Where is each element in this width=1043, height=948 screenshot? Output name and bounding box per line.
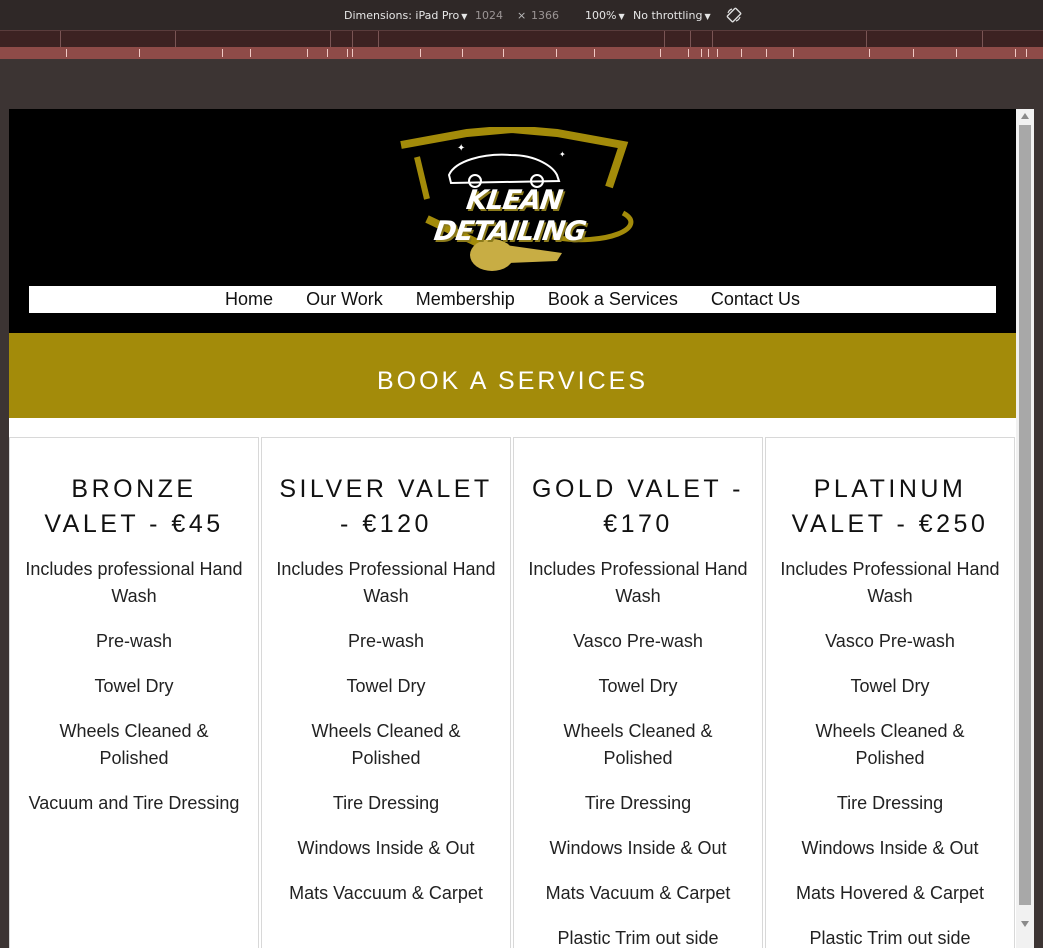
vertical-scrollbar[interactable] [1016,109,1034,948]
rotate-icon[interactable] [726,7,742,23]
feature-item: Towel Dry [850,676,930,696]
feature-item: Tire Dressing [836,793,944,813]
nav-contact-us[interactable]: Contact Us [711,286,800,313]
pricing-card: BRONZE VALET - €45 Includes professional … [9,437,259,948]
feature-item: Tire Dressing [332,793,440,813]
page-title-banner: BOOK A SERVICES [9,333,1016,418]
chevron-down-icon: ▼ [618,12,625,21]
feature-item: Windows Inside & Out [297,838,475,858]
scroll-up-icon[interactable] [1021,113,1029,119]
feature-item: Windows Inside & Out [549,838,727,858]
nav-our-work[interactable]: Our Work [306,286,383,313]
device-viewport: ✦ ✦ KLEAN DETAILING Home Our Work Member… [9,109,1016,948]
svg-text:✦: ✦ [559,150,566,159]
chevron-down-icon: ▼ [704,12,711,21]
feature-item: Pre-wash [347,631,425,651]
pricing-card: PLATINUM VALET - €250 Includes Profession… [765,437,1015,948]
nav-membership[interactable]: Membership [416,286,515,313]
feature-item: Includes Professional Hand Wash [276,559,496,606]
main-nav: Home Our Work Membership Book a Services… [29,286,996,313]
feature-list: Includes Professional Hand Wash Pre-wash T… [262,556,510,907]
site-header: ✦ ✦ KLEAN DETAILING Home Our Work Member… [9,109,1016,333]
feature-item: Towel Dry [94,676,174,696]
page-title: BOOK A SERVICES [376,367,649,395]
feature-item: Vacuum and Tire Dressing [28,793,240,813]
feature-item: Towel Dry [346,676,426,696]
feature-item: Includes Professional Hand Wash [780,559,1000,606]
card-title: PLATINUM VALET - €250 [791,475,989,538]
feature-item: Tire Dressing [584,793,692,813]
feature-item: Wheels Cleaned & Polished [311,721,461,768]
width-input[interactable]: 1024 [475,9,503,22]
breakpoint-ruler[interactable] [0,47,1043,59]
nav-book-services[interactable]: Book a Services [548,286,678,313]
pricing-card: GOLD VALET - €170 Includes Professional H… [513,437,763,948]
feature-item: Pre-wash [95,631,173,651]
throttling-dropdown[interactable]: No throttling ▼ [633,9,711,22]
feature-item: Towel Dry [598,676,678,696]
feature-item: Wheels Cleaned & Polished [815,721,965,768]
card-title: SILVER VALET - €120 [279,475,493,538]
devtools-toolbar: Dimensions: iPad Pro ▼ 1024 × 1366 100% ▼ … [0,0,1043,30]
height-input[interactable]: 1366 [531,9,559,22]
card-title: GOLD VALET - €170 [532,475,744,538]
feature-list: Includes Professional Hand Wash Vasco Pre… [766,556,1014,948]
dimension-separator: × [517,9,527,22]
svg-text:✦: ✦ [457,143,465,154]
zoom-label: 100% [585,9,617,22]
feature-item: Vasco Pre-wash [825,631,955,651]
throttling-label: No throttling [633,9,703,22]
pricing-card: SILVER VALET - €120 Includes Professional… [261,437,511,948]
feature-item: Plastic Trim out side [809,928,971,948]
feature-item: Includes Professional Hand Wash [528,559,748,606]
feature-item: Vasco Pre-wash [573,631,703,651]
feature-item: Wheels Cleaned & Polished [563,721,713,768]
feature-item: Mats Hovered & Carpet [795,883,985,903]
feature-item: Plastic Trim out side [557,928,719,948]
scrollbar-thumb[interactable] [1019,125,1031,905]
feature-item: Windows Inside & Out [801,838,979,858]
feature-item: Mats Vaccuum & Carpet [289,883,483,903]
feature-item: Includes professional Hand Wash [25,559,243,606]
nav-home[interactable]: Home [225,286,273,313]
card-title: BRONZE VALET - €45 [44,475,224,538]
chevron-down-icon: ▼ [461,12,468,21]
klean-detailing-logo[interactable]: ✦ ✦ KLEAN DETAILING [387,124,637,282]
device-label: Dimensions: iPad Pro [344,9,460,22]
feature-list: Includes professional Hand Wash Pre-wash T… [10,556,258,817]
feature-item: Mats Vacuum & Carpet [545,883,731,903]
scroll-down-icon[interactable] [1021,921,1029,927]
zoom-dropdown[interactable]: 100% ▼ [585,9,625,22]
feature-item: Wheels Cleaned & Polished [59,721,209,768]
logo-text: KLEAN DETAILING [432,185,588,247]
media-query-ruler[interactable] [0,30,1043,47]
pricing-cards: BRONZE VALET - €45 Includes professional … [9,437,1016,948]
device-dropdown[interactable]: Dimensions: iPad Pro ▼ [344,9,467,22]
feature-list: Includes Professional Hand Wash Vasco Pre… [514,556,762,948]
